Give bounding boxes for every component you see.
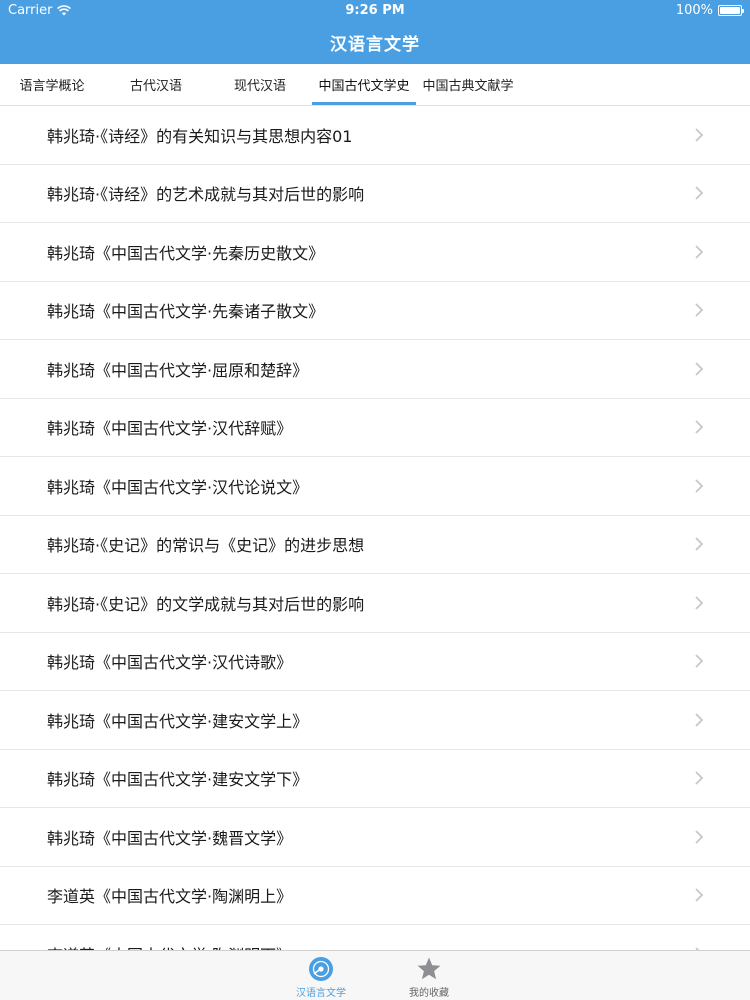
list-item-title: 韩兆琦·《诗经》的有关知识与其思想内容01: [47, 126, 353, 146]
list-item[interactable]: 韩兆琦《中国古代文学·汉代诗歌》: [0, 633, 750, 691]
chevron-right-icon: [695, 713, 704, 727]
tabbar-label: 汉语言文学: [296, 988, 346, 999]
chevron-right-icon: [695, 303, 704, 317]
page-title: 汉语言文学: [330, 35, 420, 55]
tabbar-item-favorites[interactable]: 我的收藏: [374, 951, 484, 1000]
list-item[interactable]: 李道英《中国古代文学·陶渊明上》: [0, 867, 750, 925]
list-item-title: 李道英《中国古代文学·陶渊明上》: [47, 887, 293, 907]
list-item-title: 韩兆琦《中国古代文学·先秦历史散文》: [47, 243, 325, 263]
list-item-title: 韩兆琦·《史记》的文学成就与其对后世的影响: [47, 594, 365, 614]
tab-modern-chinese[interactable]: 现代汉语: [208, 64, 312, 105]
list-item[interactable]: 韩兆琦·《史记》的文学成就与其对后世的影响: [0, 574, 750, 633]
list-item-title: 韩兆琦《中国古代文学·建安文学上》: [47, 711, 309, 731]
list-item-title: 李道英《中国古代文学·陶渊明下》: [47, 942, 292, 950]
list-item[interactable]: 韩兆琦·《诗经》的艺术成就与其对后世的影响: [0, 165, 750, 223]
list-item[interactable]: 韩兆琦《中国古代文学·建安文学下》: [0, 750, 750, 808]
status-right: 100%: [675, 3, 744, 18]
list-item-title: 韩兆琦·《史记》的常识与《史记》的进步思想: [47, 536, 365, 556]
chevron-right-icon: [695, 128, 704, 142]
battery-level: [720, 7, 740, 14]
list-item[interactable]: 韩兆琦·《史记》的常识与《史记》的进步思想: [0, 516, 750, 574]
tab-label: 中国古代文学史: [318, 79, 410, 94]
star-icon: [417, 957, 441, 980]
tab-classical-philology[interactable]: 中国古典文献学: [416, 64, 520, 105]
chevron-right-icon: [695, 888, 704, 902]
list-item[interactable]: 韩兆琦《中国古代文学·魏晋文学》: [0, 808, 750, 867]
tab-ancient-chinese[interactable]: 古代汉语: [104, 64, 208, 105]
list-item[interactable]: 韩兆琦·《诗经》的有关知识与其思想内容01: [0, 106, 750, 165]
list-item-title: 韩兆琦《中国古代文学·汉代辞赋》: [47, 419, 293, 439]
chevron-right-icon: [695, 362, 704, 376]
navigation-bar: Carrier 9:26 PM 100% 汉语言文学: [0, 0, 750, 64]
list-item[interactable]: 李道英《中国古代文学·陶渊明下》: [0, 925, 750, 950]
lecture-list: 韩兆琦·《诗经》的有关知识与其思想内容01 韩兆琦·《诗经》的艺术成就与其对后世…: [0, 106, 750, 950]
disc-icon: [309, 957, 333, 981]
tab-language-intro[interactable]: 语言学概论: [0, 64, 104, 105]
list-item[interactable]: 韩兆琦《中国古代文学·先秦历史散文》: [0, 223, 750, 282]
status-bar: Carrier 9:26 PM 100%: [0, 0, 750, 22]
list-item-title: 韩兆琦《中国古代文学·先秦诸子散文》: [47, 302, 325, 322]
status-time: 9:26 PM: [345, 3, 405, 18]
active-tab-indicator: [312, 102, 416, 105]
list-item-title: 韩兆琦·《诗经》的艺术成就与其对后世的影响: [47, 185, 365, 205]
tab-label: 语言学概论: [19, 79, 85, 94]
tab-label: 现代汉语: [233, 79, 286, 94]
chevron-right-icon: [695, 537, 704, 551]
list-item[interactable]: 韩兆琦《中国古代文学·汉代辞赋》: [0, 399, 750, 457]
bottom-tab-bar: 汉语言文学 我的收藏: [0, 950, 750, 1000]
list-item-title: 韩兆琦《中国古代文学·屈原和楚辞》: [47, 360, 309, 380]
list-item-title: 韩兆琦《中国古代文学·魏晋文学》: [47, 828, 293, 848]
list-item[interactable]: 韩兆琦《中国古代文学·屈原和楚辞》: [0, 340, 750, 399]
category-tabs: 语言学概论 古代汉语 现代汉语 中国古代文学史 中国古典文献学: [0, 64, 750, 106]
battery-percent: 100%: [675, 3, 713, 18]
chevron-right-icon: [695, 830, 704, 844]
tabbar-label: 我的收藏: [409, 988, 449, 999]
list-item-title: 韩兆琦《中国古代文学·汉代诗歌》: [47, 653, 293, 673]
list-item[interactable]: 韩兆琦《中国古代文学·先秦诸子散文》: [0, 282, 750, 340]
battery-icon: [718, 5, 744, 16]
chevron-right-icon: [695, 771, 704, 785]
chevron-right-icon: [695, 420, 704, 434]
tabbar-item-chinese-literature[interactable]: 汉语言文学: [266, 951, 376, 1000]
list-item[interactable]: 韩兆琦《中国古代文学·汉代论说文》: [0, 457, 750, 516]
tab-ancient-literature-history[interactable]: 中国古代文学史: [312, 64, 416, 105]
tab-label: 中国古典文献学: [422, 79, 514, 94]
chevron-right-icon: [695, 596, 704, 610]
chevron-right-icon: [695, 186, 704, 200]
chevron-right-icon: [695, 245, 704, 259]
list-item-title: 韩兆琦《中国古代文学·汉代论说文》: [47, 477, 309, 497]
tab-label: 古代汉语: [129, 79, 182, 94]
chevron-right-icon: [695, 654, 704, 668]
list-item[interactable]: 韩兆琦《中国古代文学·建安文学上》: [0, 691, 750, 750]
chevron-right-icon: [695, 479, 704, 493]
list-item-title: 韩兆琦《中国古代文学·建安文学下》: [47, 770, 309, 790]
